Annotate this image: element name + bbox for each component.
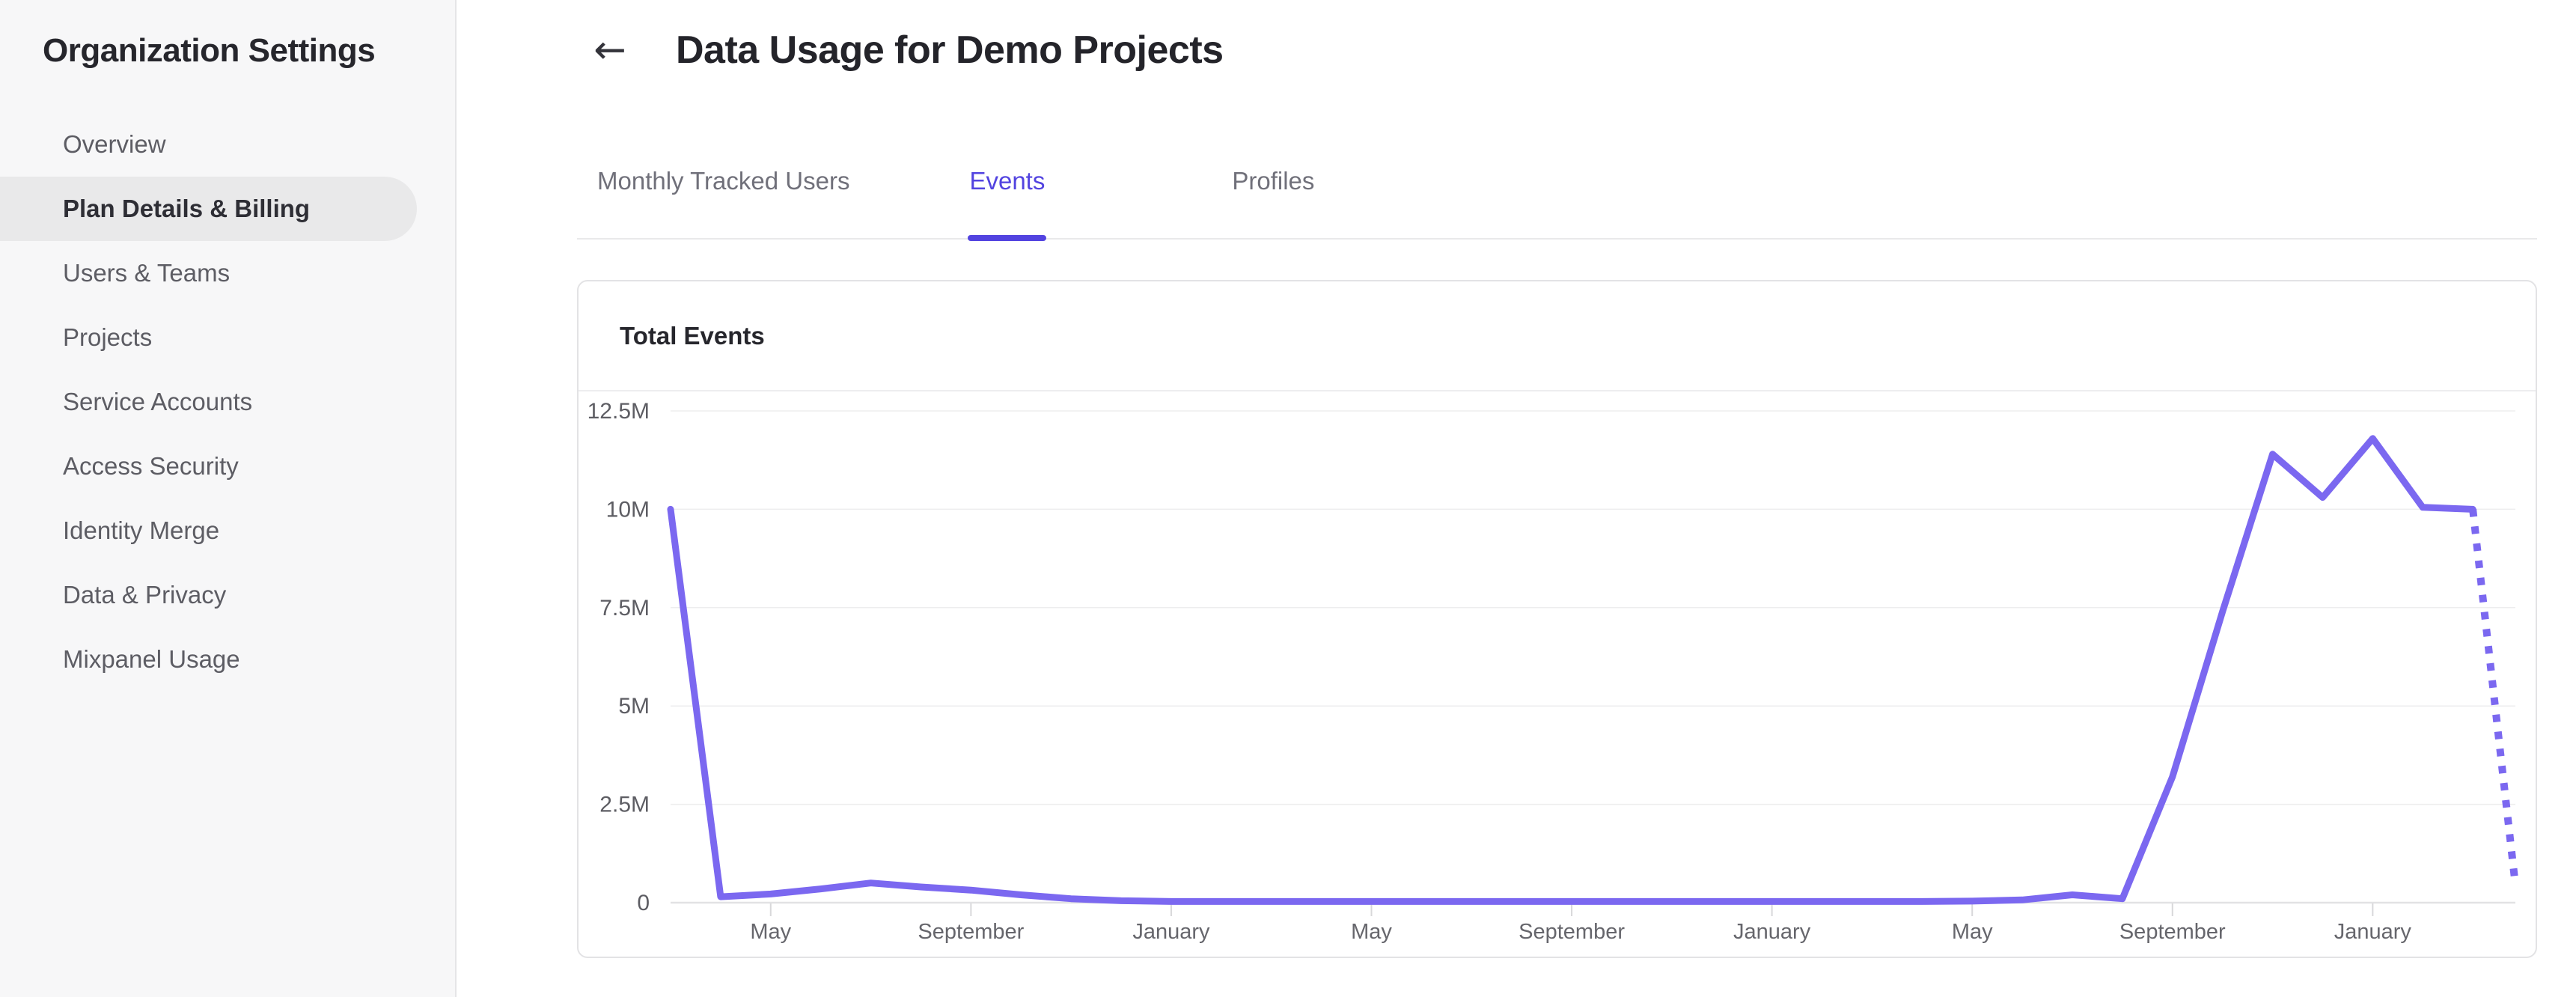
svg-text:September: September — [2119, 920, 2226, 944]
svg-text:7.5M: 7.5M — [599, 596, 650, 621]
svg-text:January: January — [2334, 920, 2412, 944]
tab-label: Monthly Tracked Users — [597, 167, 850, 195]
total-events-line-chart[interactable]: 0 2.5M 5M 7.5M 10M 12.5M May September January Ma… — [579, 391, 2536, 955]
card-header: Total Events — [579, 281, 2536, 391]
svg-text:5M: 5M — [618, 694, 650, 719]
chart-area: 0 2.5M 5M 7.5M 10M 12.5M May September January Ma… — [579, 391, 2536, 955]
sidebar-item-service-accounts[interactable]: Service Accounts — [0, 370, 417, 434]
page-title: Data Usage for Demo Projects — [676, 28, 1224, 72]
card-title: Total Events — [620, 321, 765, 350]
svg-text:September: September — [918, 920, 1024, 944]
tabs-bar: Monthly Tracked Users Events Profiles — [577, 153, 2537, 241]
sidebar: Organization Settings Overview Plan Deta… — [0, 0, 457, 997]
svg-text:September: September — [1519, 920, 1625, 944]
sidebar-title: Organization Settings — [43, 32, 376, 69]
svg-text:May: May — [1351, 920, 1392, 944]
sidebar-item-users-teams[interactable]: Users & Teams — [0, 241, 417, 305]
sidebar-item-mixpanel-usage[interactable]: Mixpanel Usage — [0, 627, 417, 692]
sidebar-item-projects[interactable]: Projects — [0, 305, 417, 370]
svg-text:2.5M: 2.5M — [599, 793, 650, 817]
svg-text:May: May — [750, 920, 791, 944]
svg-text:January: January — [1132, 920, 1210, 944]
active-tab-underline — [968, 235, 1047, 241]
svg-text:0: 0 — [637, 891, 650, 915]
sidebar-item-identity-merge[interactable]: Identity Merge — [0, 498, 417, 563]
svg-text:12.5M: 12.5M — [587, 399, 650, 424]
tab-label: Events — [969, 167, 1046, 195]
sidebar-item-access-security[interactable]: Access Security — [0, 434, 417, 498]
main-content: ← Data Usage for Demo Projects Monthly T… — [457, 0, 2576, 997]
sidebar-item-data-privacy[interactable]: Data & Privacy — [0, 563, 417, 627]
back-arrow-icon: ← — [593, 28, 626, 73]
tab-monthly-tracked-users[interactable]: Monthly Tracked Users — [597, 166, 849, 196]
back-button[interactable]: ← — [584, 24, 636, 76]
svg-text:May: May — [1952, 920, 1993, 944]
sidebar-item-plan-details-billing[interactable]: Plan Details & Billing — [0, 177, 417, 241]
tab-label: Profiles — [1232, 167, 1315, 195]
total-events-card: Total Events 0 2.5M 5M 7.5M 10M 12.5M May Septe… — [577, 280, 2537, 958]
tab-profiles[interactable]: Profiles — [1232, 166, 1314, 196]
svg-text:10M: 10M — [606, 497, 650, 522]
svg-text:January: January — [1733, 920, 1811, 944]
sidebar-nav: Overview Plan Details & Billing Users & … — [0, 112, 455, 692]
sidebar-item-overview[interactable]: Overview — [0, 112, 417, 177]
tab-events[interactable]: Events — [968, 166, 1047, 241]
